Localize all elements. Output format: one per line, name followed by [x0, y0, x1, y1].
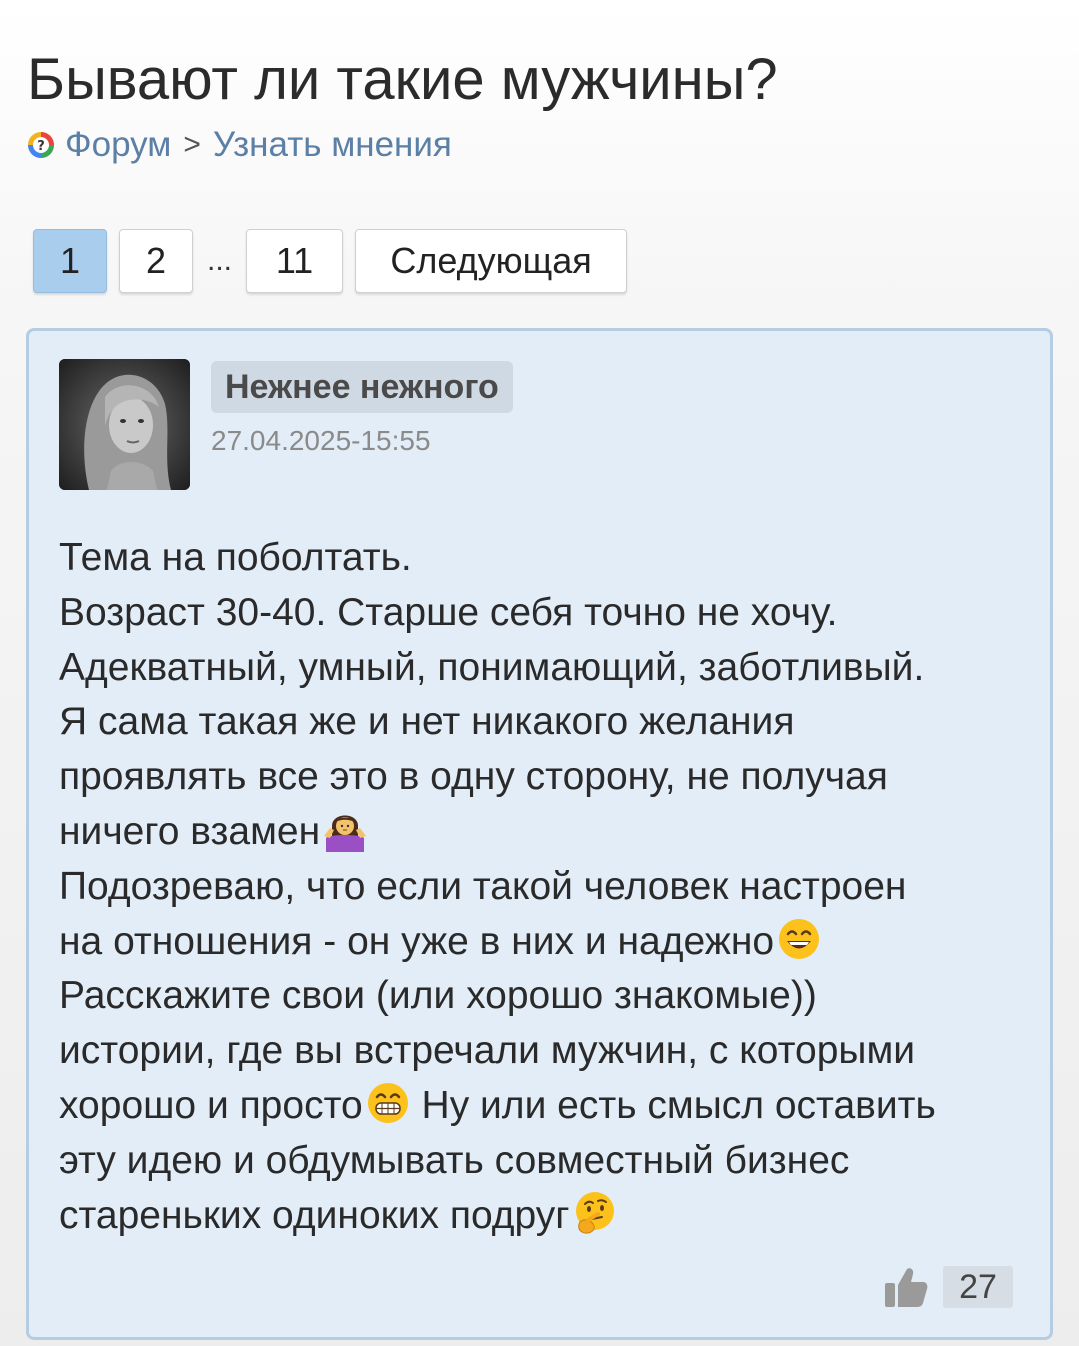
post-line-with-emoji: ничего взамен — [59, 805, 1029, 860]
post-line-text: Ну или есть смысл оставить — [410, 1083, 936, 1127]
forum-question-icon: ? — [28, 132, 54, 158]
page-title: Бывают ли такие мужчины? — [27, 47, 778, 112]
post-line: проявлять все это в одну сторону, не пол… — [59, 755, 888, 799]
pagination: 1 2 ... 11 Следующая — [33, 228, 628, 294]
post-line: Я сама такая же и нет никакого желания — [59, 700, 795, 744]
svg-text:?: ? — [37, 139, 45, 154]
post-line: эту идею и обдумывать совместный бизнес — [59, 1138, 850, 1182]
page-2-button[interactable]: 2 — [119, 229, 193, 293]
post-line-text: ничего взамен — [59, 809, 321, 853]
post-card: Нежнее нежного 27.04.2025-15:55 Тема на … — [26, 328, 1053, 1340]
avatar[interactable] — [59, 359, 190, 490]
post-line: Расскажите свои (или хорошо знакомые)) — [59, 974, 817, 1018]
post-line: истории, где вы встречали мужчин, с кото… — [59, 1029, 916, 1073]
page-11-button[interactable]: 11 — [246, 229, 344, 293]
breadcrumb-section-link[interactable]: Узнать мнения — [213, 125, 452, 165]
pagination-ellipsis: ... — [207, 244, 233, 277]
beaming-grin-emoji — [367, 1082, 408, 1123]
post-line-with-emoji: хорошо и просто Ну или есть смысл остави… — [59, 1079, 1029, 1134]
breadcrumb-separator: > — [183, 128, 201, 161]
breadcrumb-forum-link[interactable]: Форум — [65, 125, 171, 165]
post-line-text: хорошо и просто — [59, 1083, 363, 1127]
post-line: Адекватный, умный, понимающий, заботливы… — [59, 645, 925, 689]
next-page-button[interactable]: Следующая — [355, 229, 628, 293]
thumbs-up-icon[interactable] — [883, 1265, 929, 1309]
breadcrumb: ? Форум > Узнать мнения — [27, 122, 452, 168]
avatar-image — [59, 359, 190, 490]
woman-shrugging-emoji — [324, 815, 367, 852]
post-date: 27.04.2025-15:55 — [211, 425, 431, 456]
thinking-face-emoji — [575, 1191, 614, 1234]
post-line-with-emoji: на отношения - он уже в них и надежно — [59, 915, 1029, 970]
post-line: Подозреваю, что если такой человек настр… — [59, 864, 907, 908]
post-line-text: на отношения - он уже в них и надежно — [59, 919, 775, 963]
post-line: Тема на поболтать. — [59, 536, 412, 579]
post-body: Тема на поболтать. Возраст 30-40. Старше… — [59, 531, 1029, 1243]
post-line-with-emoji: стареньких одиноких подруг — [59, 1189, 1029, 1244]
like-count: 27 — [943, 1266, 1013, 1308]
grinning-smiling-eyes-emoji — [779, 918, 820, 959]
post-line-text: стареньких одиноких подруг — [59, 1193, 570, 1237]
author-name[interactable]: Нежнее нежного — [211, 361, 513, 413]
like-area: 27 — [883, 1265, 1013, 1309]
post-line: Возраст 30-40. Старше себя точно не хочу… — [59, 590, 838, 634]
page-1-button[interactable]: 1 — [33, 229, 107, 293]
